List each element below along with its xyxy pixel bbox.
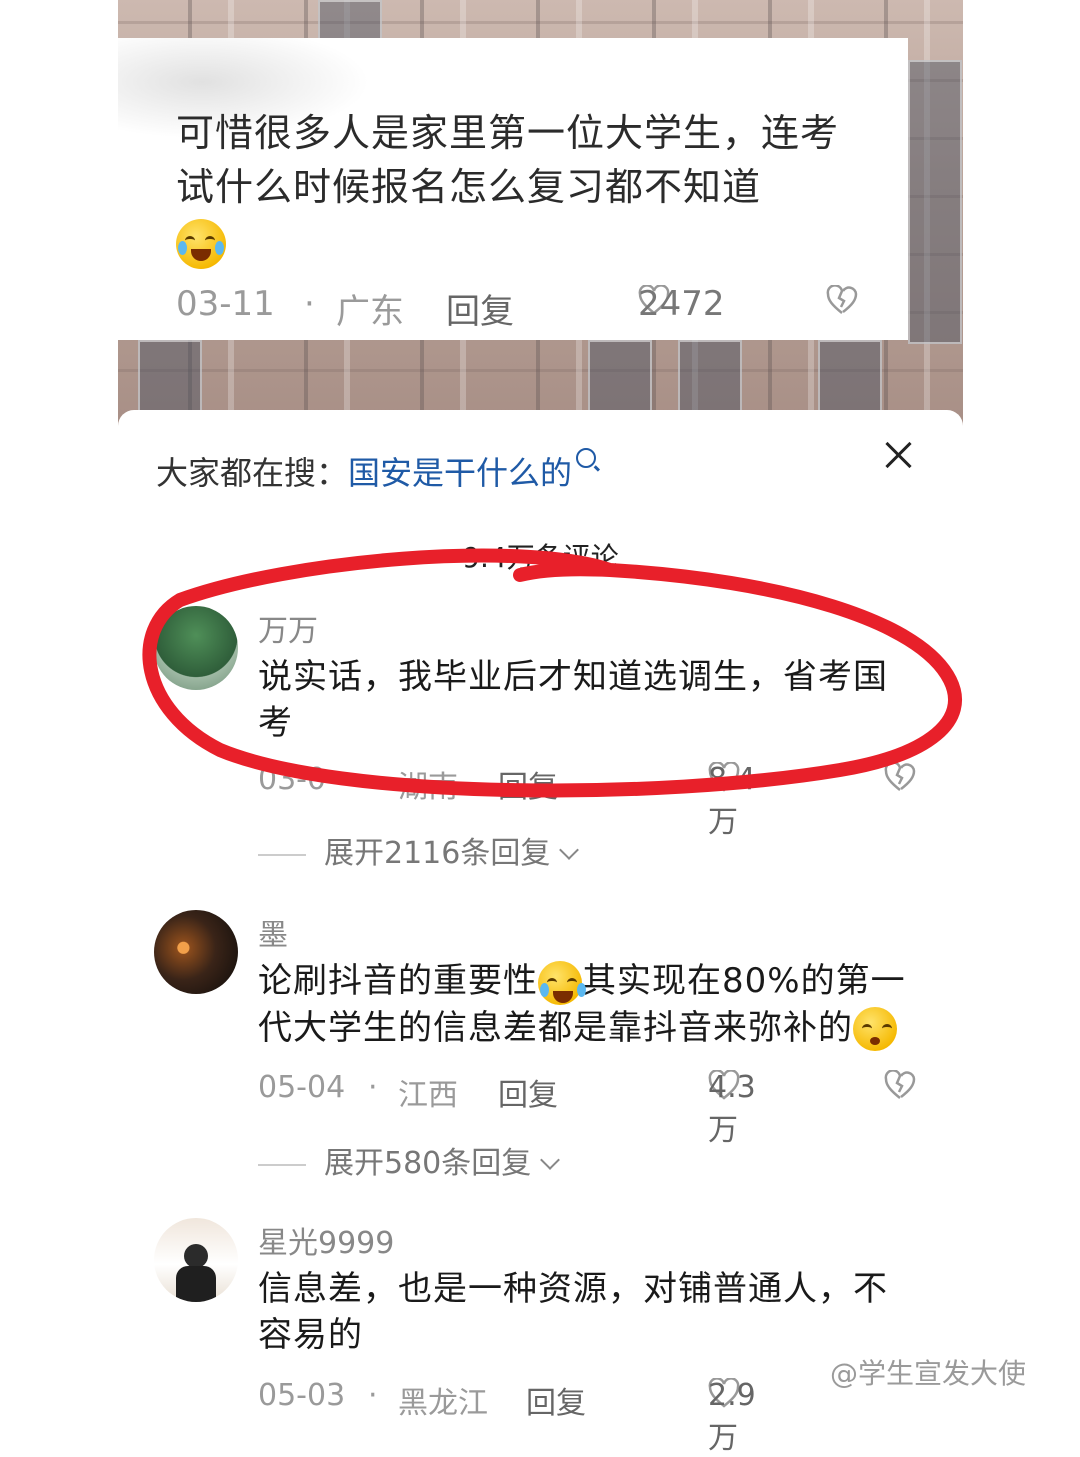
comment-meta: 03-0 · 湖南 回复 8.4万 <box>258 761 918 840</box>
comment-date: 05-04 <box>258 1070 346 1105</box>
divider-line <box>258 1163 306 1166</box>
comment-meta: 05-04 · 江西 回复 4.3万 <box>258 1069 918 1148</box>
avatar-person-head <box>184 1244 208 1268</box>
dislike-broken-heart-icon[interactable] <box>884 761 916 792</box>
reply-button[interactable]: 回复 <box>446 284 514 333</box>
avatar[interactable] <box>154 910 238 994</box>
expand-replies-label: 展开580条回复 <box>324 1146 532 1181</box>
like-count: 2.9万 <box>708 1378 756 1456</box>
comment-date: 03-11 <box>176 284 275 324</box>
building-window <box>678 340 742 414</box>
quoted-comment-text: 可惜很多人是家里第一位大学生，连考试什么时候报名怎么复习都不知道 <box>176 106 866 269</box>
comment-text: 说实话，我毕业后才知道选调生，省考国考 <box>258 657 888 743</box>
crying-laughing-emoji-icon <box>176 218 226 269</box>
avatar-person-body <box>176 1266 216 1302</box>
building-window <box>318 0 382 42</box>
comment-username[interactable]: 万万 <box>258 606 318 650</box>
comment-text-part-a: 论刷抖音的重要性 <box>258 961 538 1001</box>
building-window <box>818 340 882 414</box>
expand-replies-button[interactable]: 展开580条回复 <box>258 1138 561 1182</box>
quoted-comment-body: 可惜很多人是家里第一位大学生，连考试什么时候报名怎么复习都不知道 <box>176 111 840 209</box>
quoted-comment-meta: 03-11 · 广东 回复 2472 <box>176 284 876 332</box>
reply-button[interactable]: 回复 <box>498 762 558 806</box>
comment-item: 万万 说实话，我毕业后才知道选调生，省考国考 03-0 · 湖南 回复 8.4万… <box>154 606 944 871</box>
meta-separator: · <box>368 762 378 797</box>
chevron-down-icon <box>540 1150 561 1170</box>
like-count: 4.3万 <box>708 1070 756 1148</box>
quoted-comment-card: 可惜很多人是家里第一位大学生，连考试什么时候报名怎么复习都不知道 03-11 ·… <box>118 38 908 340</box>
comment-text: 信息差，也是一种资源，对铺普通人，不容易的 <box>258 1269 888 1355</box>
watermark: @学生宣发大使 <box>830 1357 1027 1390</box>
avatar[interactable] <box>154 606 238 690</box>
trending-search-row: 大家都在搜：国安是干什么的 <box>156 448 597 494</box>
meta-separator: · <box>304 284 315 324</box>
reply-button[interactable]: 回复 <box>526 1378 586 1422</box>
like-count: 8.4万 <box>708 762 756 840</box>
building-window <box>588 340 652 414</box>
trending-search-link[interactable]: 国安是干什么的 <box>348 448 597 492</box>
trending-search-prefix: 大家都在搜： <box>156 454 349 492</box>
comment-location: 湖南 <box>398 770 458 805</box>
comment-location: 广东 <box>336 292 404 332</box>
divider-line <box>258 853 306 856</box>
comment-item: 星光9999 信息差，也是一种资源，对铺普通人，不容易的 05-03 · 黑龙江… <box>154 1218 944 1456</box>
comment-sheet: 大家都在搜：国安是干什么的 9.4万条评论 万万 说实话，我毕业后才知道选调生，… <box>118 410 963 1456</box>
meta-separator: · <box>368 1378 378 1413</box>
comment-location: 黑龙江 <box>398 1386 488 1421</box>
building-window <box>138 340 202 414</box>
meta-separator: · <box>368 1070 378 1105</box>
building-window <box>908 60 962 344</box>
crying-laughing-emoji-icon <box>538 960 586 1005</box>
avatar[interactable] <box>154 1218 238 1302</box>
comment-meta: 05-03 · 黑龙江 回复 2.9万 <box>258 1377 918 1456</box>
pleading-face-emoji-icon <box>853 1007 897 1051</box>
comment-count: 9.4万条评论 <box>462 541 619 574</box>
comment-text: 论刷抖音的重要性 其实现在80%的第一代大学生的信息差都是靠抖音来弥补的 <box>258 958 918 1051</box>
like-count: 2472 <box>638 284 725 324</box>
comment-date: 03-0 <box>258 762 327 797</box>
expand-replies-button[interactable]: 展开2116条回复 <box>258 828 580 872</box>
comment-item: 墨 论刷抖音的重要性 其实现在80%的第一代大学生的信息差都是靠抖音来弥补的 05… <box>154 910 944 1182</box>
comment-username[interactable]: 星光9999 <box>258 1218 394 1262</box>
comment-location: 江西 <box>398 1078 458 1113</box>
expand-replies-label: 展开2116条回复 <box>324 836 551 871</box>
comment-username[interactable]: 墨 <box>258 910 288 954</box>
trending-search-query: 国安是干什么的 <box>348 454 573 492</box>
dislike-broken-heart-icon[interactable] <box>826 284 858 314</box>
comment-date: 05-03 <box>258 1378 346 1413</box>
close-icon[interactable] <box>883 440 913 470</box>
search-icon <box>576 448 597 468</box>
reply-button[interactable]: 回复 <box>498 1070 558 1114</box>
chevron-down-icon <box>559 840 580 860</box>
dislike-broken-heart-icon[interactable] <box>884 1069 916 1100</box>
